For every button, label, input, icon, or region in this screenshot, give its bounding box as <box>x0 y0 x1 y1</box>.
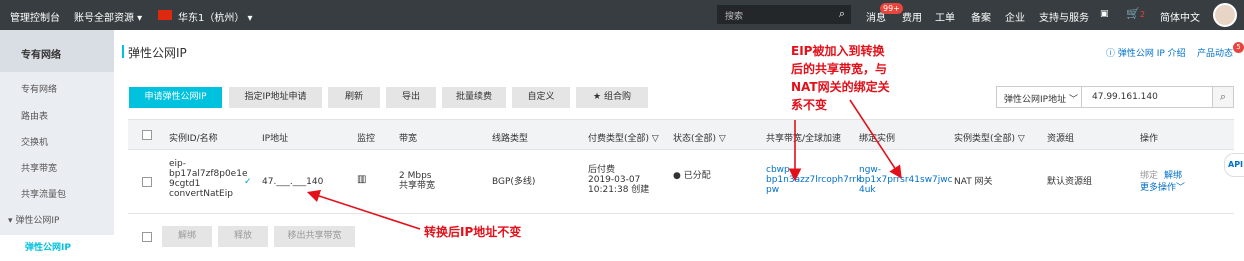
annotation-arrows <box>306 99 902 230</box>
arrow-to-ip-address <box>306 189 421 230</box>
annotation-shared-bandwidth: EIP被加入到转换 后的共享带宽，与 NAT网关的绑定关 系不变 <box>791 44 890 112</box>
annotation-ip-unchanged: 转换后IP地址不变 <box>424 225 522 239</box>
